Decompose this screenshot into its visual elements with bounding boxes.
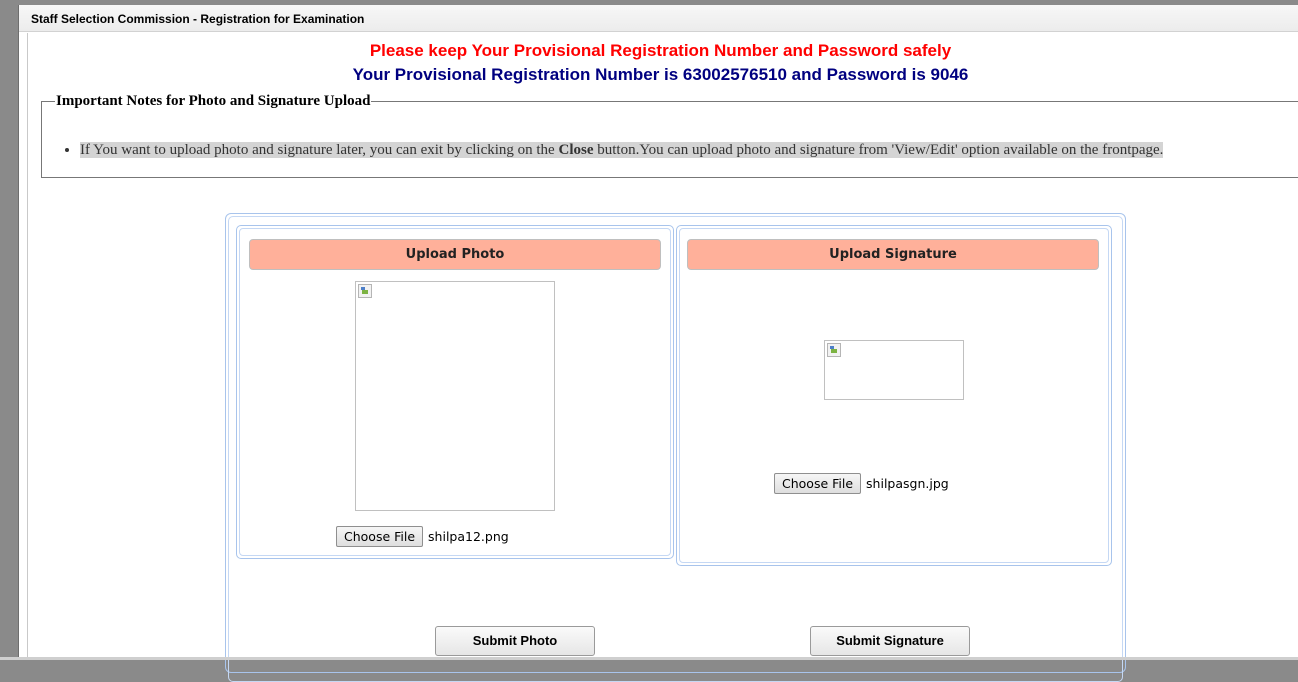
window-titlebar: Staff Selection Commission - Registratio… xyxy=(19,5,1298,32)
submit-signature-button[interactable]: Submit Signature xyxy=(810,626,970,656)
photo-choose-file-button[interactable]: Choose File xyxy=(336,526,424,547)
photo-upload-panel: Upload Photo Choose File shilpa12.png xyxy=(236,225,674,559)
note-close-keyword: Close xyxy=(558,142,594,158)
signature-upload-panel: Upload Signature Choose File shilpasgn.j… xyxy=(676,225,1112,566)
upload-signature-heading: Upload Signature xyxy=(687,239,1099,270)
note-text-prefix: If You want to upload photo and signatur… xyxy=(80,142,559,158)
registration-credentials: Your Provisional Registration Number is … xyxy=(352,65,969,84)
broken-image-icon xyxy=(827,343,841,357)
notes-list-item: If You want to upload photo and signatur… xyxy=(80,142,1164,159)
important-notes-legend: Important Notes for Photo and Signature … xyxy=(56,93,371,109)
note-highlight: If You want to upload photo and signatur… xyxy=(80,142,1164,158)
broken-image-icon xyxy=(358,284,372,298)
notes-list: If You want to upload photo and signatur… xyxy=(80,142,1164,159)
photo-preview-image xyxy=(355,281,555,511)
submit-photo-button[interactable]: Submit Photo xyxy=(435,626,595,656)
signature-preview-image xyxy=(824,340,964,400)
signature-file-name: shilpasgn.jpg xyxy=(866,476,949,491)
page-content: Please keep Your Provisional Registratio… xyxy=(27,33,1298,682)
safety-warning: Please keep Your Provisional Registratio… xyxy=(369,41,952,60)
upload-photo-heading: Upload Photo xyxy=(249,239,661,270)
photo-file-name: shilpa12.png xyxy=(428,529,509,544)
photo-file-input: Choose File shilpa12.png xyxy=(336,526,509,547)
signature-choose-file-button[interactable]: Choose File xyxy=(774,473,862,494)
important-notes-fieldset: Important Notes for Photo and Signature … xyxy=(41,93,1298,178)
note-text-suffix: button.You can upload photo and signatur… xyxy=(593,142,1164,158)
upload-container: Upload Photo Choose File shilpa12.png Up… xyxy=(225,213,1126,682)
browser-window: Staff Selection Commission - Registratio… xyxy=(18,5,1298,682)
signature-file-input: Choose File shilpasgn.jpg xyxy=(774,473,949,494)
window-title: Staff Selection Commission - Registratio… xyxy=(31,12,365,26)
